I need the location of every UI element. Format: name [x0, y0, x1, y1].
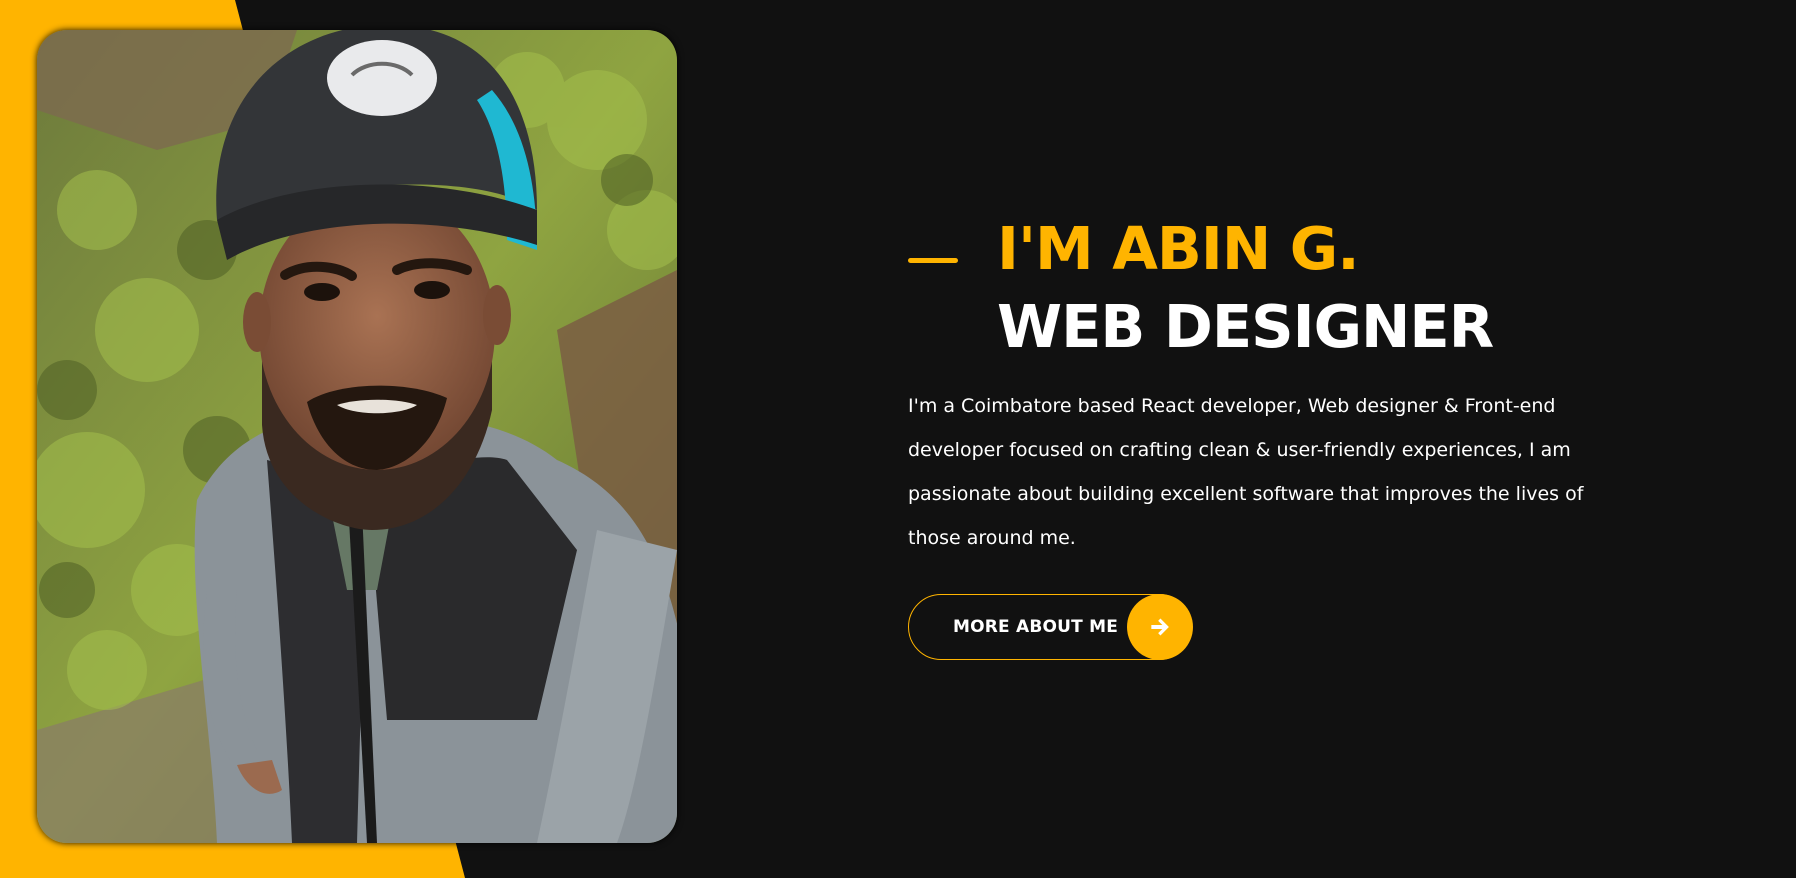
arrow-right-icon [1127, 594, 1193, 660]
profile-photo [37, 30, 677, 843]
hero-bio: I'm a Coimbatore based React developer, … [908, 395, 1584, 549]
arrow-right-icon-glyph [1151, 618, 1169, 636]
hero-greeting: I'M ABIN G. [997, 214, 1360, 283]
more-about-me-button[interactable]: MORE ABOUT ME [908, 594, 1193, 660]
hero-heading: I'M ABIN G. WEB DESIGNER [908, 210, 1608, 366]
hero-role: WEB DESIGNER [997, 292, 1494, 361]
profile-photo-illustration [37, 30, 677, 843]
hero-content: I'M ABIN G. WEB DESIGNER I'm a Coimbator… [908, 210, 1608, 665]
accent-dash [908, 258, 958, 263]
more-about-me-label: MORE ABOUT ME [953, 617, 1119, 637]
